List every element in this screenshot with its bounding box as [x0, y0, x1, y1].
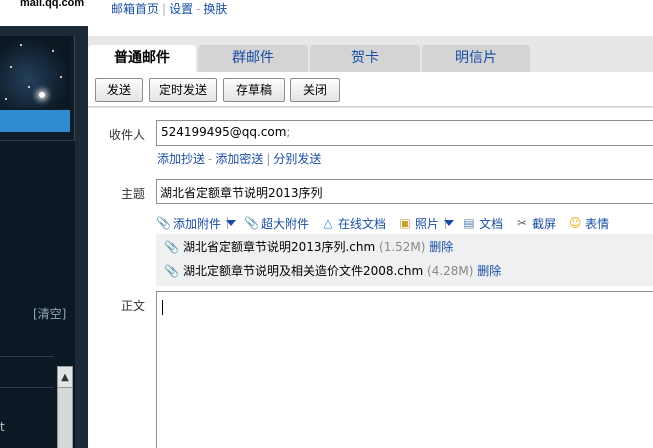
change-skin-link[interactable]: 换肤 [203, 2, 227, 16]
recipient-separator: ; [286, 125, 291, 139]
delete-attachment-link[interactable]: 删除 [429, 240, 453, 254]
tab-greeting-card[interactable]: 贺卡 [310, 45, 420, 72]
paperclip-icon: 📎 [164, 240, 179, 254]
link-separator: | [162, 2, 167, 16]
compose-toolbar: 发送 定时发送 存草稿 关闭 [88, 72, 653, 107]
subject-value: 湖北省定额章节说明2013序列 [160, 186, 323, 200]
document-label: 文档 [479, 216, 504, 231]
attachment-size: (1.52M) [379, 240, 426, 254]
message-body-editor[interactable] [156, 291, 653, 448]
link-separator: - [208, 152, 213, 166]
recipient-options: 添加抄送 - 添加密送 | 分别发送 [157, 150, 321, 167]
tab-postcard[interactable]: 明信片 [422, 45, 530, 72]
large-attachment-label: 超大附件 [261, 216, 310, 231]
large-attachment-button[interactable]: 📎 超大附件 [244, 215, 309, 232]
chevron-up-icon: ▲ [61, 371, 69, 383]
divider [0, 356, 54, 357]
settings-link[interactable]: 设置 [169, 2, 193, 16]
recipient-input[interactable]: 524199495@qq.com; [156, 120, 653, 146]
star-icon [39, 92, 45, 98]
top-links: 邮箱首页 | 设置 - 换肤 [111, 0, 227, 17]
subject-input[interactable]: 湖北省定额章节说明2013序列 [156, 179, 653, 204]
document-button[interactable]: ▤ 文档 [462, 215, 503, 232]
share-nodes-icon: △ [323, 216, 333, 230]
scroll-up-button[interactable]: ▲ [57, 366, 73, 388]
scrollbar-track[interactable] [57, 388, 73, 448]
top-bar: mail.qq.com 邮箱首页 | 设置 - 换肤 [0, 0, 653, 24]
emoji-label: 表情 [585, 216, 610, 231]
screenshot-label: 截屏 [532, 216, 557, 231]
paperclip-icon: 📎 [164, 264, 179, 278]
sidebar-partial-text: t [0, 420, 5, 434]
scheduled-send-button[interactable]: 定时发送 [149, 78, 217, 102]
compose-form: 收件人 524199495@qq.com; 添加抄送 - 添加密送 | 分别发送 主题 … [88, 108, 653, 448]
photo-button[interactable]: ▣ 照片 [398, 215, 439, 232]
add-cc-link[interactable]: 添加抄送 [157, 152, 205, 166]
attachment-toolbar: 📎 添加附件 📎 超大附件 △ 在线文档 ▣ 照片 ▤ 文档 ✂ 截屏 ☺ 表情 [156, 212, 621, 234]
attachment-name: 湖北定额章节说明及相关造价文件2008.chm [182, 264, 424, 278]
scissors-icon: ✂ [517, 216, 528, 230]
photo-label: 照片 [415, 216, 440, 231]
smiley-icon: ☺ [568, 216, 582, 230]
tab-normal-mail[interactable]: 普通邮件 [88, 45, 196, 72]
attachment-list: 📎 湖北省定额章节说明2013序列.chm (1.52M) 删除 📎 湖北定额章节说… [156, 234, 653, 286]
attachment-item: 📎 湖北省定额章节说明2013序列.chm (1.52M) 删除 [164, 236, 453, 258]
online-doc-label: 在线文档 [338, 216, 387, 231]
delete-attachment-link[interactable]: 删除 [477, 264, 501, 278]
separate-send-link[interactable]: 分别发送 [273, 152, 321, 166]
close-button[interactable]: 关闭 [290, 78, 340, 102]
tab-group-mail[interactable]: 群邮件 [198, 45, 308, 72]
mailbox-home-link[interactable]: 邮箱首页 [111, 2, 159, 16]
clear-link[interactable]: [清空] [33, 305, 66, 322]
emoji-button[interactable]: ☺ 表情 [568, 215, 609, 232]
photo-dropdown-icon[interactable] [444, 220, 455, 226]
link-separator: - [196, 2, 201, 16]
add-attachment-label: 添加附件 [173, 216, 222, 231]
paperclip-icon: 📎 [156, 216, 171, 230]
attachment-size: (4.28M) [427, 264, 474, 278]
document-icon: ▤ [463, 216, 475, 230]
save-draft-button[interactable]: 存草稿 [223, 78, 285, 102]
paperclip-large-icon: 📎 [244, 216, 259, 230]
attachment-dropdown-icon[interactable] [226, 220, 237, 226]
send-button[interactable]: 发送 [95, 78, 143, 102]
recipient-value: 524199495@qq.com [161, 125, 287, 139]
logo-text[interactable]: mail.qq.com [20, 0, 84, 9]
compose-tabs: 普通邮件 群邮件 贺卡 明信片 [88, 45, 532, 72]
link-separator: | [266, 152, 271, 166]
body-label: 正文 [121, 299, 146, 313]
skin-banner-image [0, 36, 70, 108]
text-caret [162, 300, 163, 315]
screenshot-button[interactable]: ✂ 截屏 [515, 215, 556, 232]
compose-panel: 普通邮件 群邮件 贺卡 明信片 发送 定时发送 存草稿 关闭 收件人 52419… [88, 36, 653, 448]
divider [0, 387, 54, 388]
attachment-item: 📎 湖北定额章节说明及相关造价文件2008.chm (4.28M) 删除 [164, 260, 501, 282]
online-doc-button[interactable]: △ 在线文档 [321, 215, 386, 232]
photo-icon: ▣ [399, 216, 411, 230]
add-bcc-link[interactable]: 添加密送 [215, 152, 263, 166]
sidebar-accent-bar[interactable] [0, 110, 70, 132]
to-label: 收件人 [109, 128, 146, 142]
subject-label: 主题 [121, 187, 146, 201]
add-attachment-button[interactable]: 📎 添加附件 [156, 215, 221, 232]
attachment-name: 湖北省定额章节说明2013序列.chm [182, 240, 376, 254]
